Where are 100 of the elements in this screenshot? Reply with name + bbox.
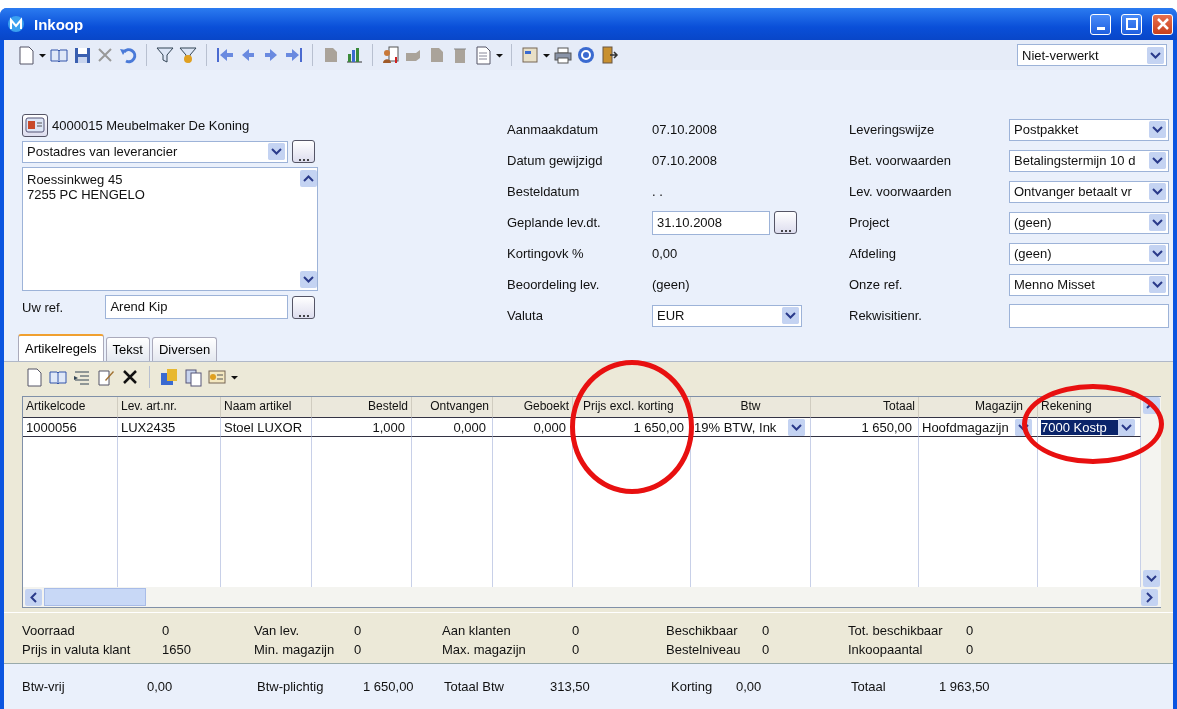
scroll-down-icon[interactable]	[300, 271, 317, 288]
dropdown-arrow-icon	[788, 418, 805, 436]
dropdown-arrow-icon	[782, 307, 799, 324]
scroll-left-icon[interactable]	[25, 588, 42, 606]
grid-dropdown[interactable]: Hoofdmagazijn	[919, 417, 1038, 437]
text-field[interactable]	[1009, 303, 1169, 328]
info-value: 0	[966, 642, 974, 657]
info-label: Max. magazijn	[442, 642, 527, 657]
column-header: Btw	[691, 397, 811, 417]
info-label: Van lev.	[254, 623, 301, 638]
contact-card-button[interactable]	[22, 113, 48, 137]
info-value: 0	[762, 642, 770, 657]
filter-icon[interactable]	[155, 45, 175, 65]
field-label: Bet. voorwaarden	[849, 153, 952, 168]
browse-button[interactable]	[292, 140, 315, 163]
dropdown-arrow-icon	[1149, 245, 1166, 262]
ellipsis-icon	[297, 156, 310, 162]
browse-button[interactable]	[292, 295, 315, 319]
info-value: 1650	[162, 642, 191, 657]
dropdown-arrow-icon	[1149, 276, 1166, 293]
field-label: Datum gewijzigd	[507, 153, 604, 168]
scroll-thumb[interactable]	[44, 588, 146, 606]
address-line: Roessinkweg 45	[27, 172, 124, 187]
info-label: Bestelniveau	[666, 642, 742, 657]
info-label: Aan klanten	[442, 623, 512, 638]
table-cell: 1 650,00	[811, 417, 919, 437]
dropdown[interactable]: Postpakket	[1009, 118, 1169, 141]
browse-button[interactable]	[774, 211, 797, 234]
status-dropdown[interactable]: Niet-verwerkt	[1017, 44, 1167, 66]
minimize-button[interactable]	[1090, 13, 1111, 35]
tab[interactable]: Diversen	[151, 337, 218, 361]
dropdown[interactable]: Betalingstermijn 10 d	[1009, 149, 1169, 172]
column-header: Totaal	[811, 397, 919, 417]
clear-filter-icon[interactable]	[178, 45, 198, 65]
info-label: Prijs in valuta klant	[22, 642, 132, 657]
tab[interactable]: Tekst	[105, 337, 150, 361]
dropdown[interactable]: (geen)	[1009, 211, 1169, 234]
column-header: Naam artikel	[221, 397, 312, 417]
first-record-icon[interactable]	[215, 45, 235, 65]
exit-icon[interactable]	[599, 45, 619, 65]
dropdown[interactable]: Menno Misset	[1009, 273, 1169, 296]
info-label: Voorraad	[22, 623, 76, 638]
grid-dropdown[interactable]: 7000 Kostp	[1038, 417, 1141, 437]
address-field[interactable]: Roessinkweg 45 7255 PC HENGELO	[22, 167, 318, 291]
field-label: Project	[849, 215, 891, 230]
info-label: Tot. beschikbaar	[848, 623, 944, 638]
column-header: Geboekt	[493, 397, 573, 417]
print-icon[interactable]	[553, 45, 573, 65]
scroll-down-icon[interactable]	[1142, 570, 1160, 587]
column-header: Besteld	[312, 397, 412, 417]
dropdown-arrow-icon	[1118, 418, 1135, 436]
dropdown-arrow-icon	[268, 143, 285, 160]
table-cell: 0,000	[493, 417, 573, 437]
reference-field[interactable]: Arend Kip	[105, 295, 288, 319]
form-icon[interactable]	[520, 45, 540, 65]
info-value: 0	[162, 623, 170, 638]
tab[interactable]: Artikelregels	[18, 334, 104, 361]
contact-card-icon	[25, 115, 45, 135]
scroll-right-icon[interactable]	[1141, 588, 1158, 606]
table-cell: 1000056	[23, 417, 118, 437]
currency-dropdown[interactable]: EUR	[652, 304, 802, 327]
dropdown[interactable]: (geen)	[1009, 242, 1169, 265]
address-line: 7255 PC HENGELO	[27, 187, 146, 202]
totals-value: 0,00	[736, 679, 762, 694]
info-label: Beschikbaar	[666, 623, 739, 638]
field-value: 0,00	[652, 246, 678, 261]
field-label: Rekwisitienr.	[849, 308, 923, 323]
totals-value: 1 963,50	[939, 679, 990, 694]
grid-dropdown[interactable]: 19% BTW, Ink	[691, 417, 811, 437]
date-field[interactable]: 31.10.2008	[652, 210, 770, 235]
close-button[interactable]	[1152, 13, 1173, 35]
maximize-button[interactable]	[1121, 13, 1142, 35]
new-line-icon[interactable]	[24, 367, 44, 387]
info-value: 0	[354, 642, 362, 657]
dropdown[interactable]: Ontvanger betaalt vr	[1009, 180, 1169, 203]
totals-value: 1 650,00	[363, 679, 414, 694]
dropdown-arrow-icon	[1149, 152, 1166, 169]
field-value: (geen)	[652, 277, 690, 292]
column-header: Prijs excl. korting	[573, 397, 691, 417]
stack-icon[interactable]	[159, 367, 179, 387]
totals-label: Korting	[671, 679, 714, 694]
info-value: 0	[572, 642, 580, 657]
last-record-icon[interactable]	[284, 45, 304, 65]
info-value: 0	[762, 623, 770, 638]
field-label: Onze ref.	[849, 277, 904, 292]
person-document-icon[interactable]	[381, 45, 401, 65]
edit-icon[interactable]	[96, 367, 116, 387]
info-value: 0	[572, 623, 580, 638]
dropdown-arrow-icon	[1149, 214, 1166, 231]
column-header: Lev. art.nr.	[118, 397, 221, 417]
save-icon[interactable]	[72, 45, 92, 65]
help-icon[interactable]	[576, 45, 596, 65]
table-cell: 1,000	[312, 417, 412, 437]
bar-chart-icon[interactable]	[344, 45, 364, 65]
scroll-up-icon[interactable]	[300, 170, 317, 187]
supplier-name: 4000015 Meubelmaker De Koning	[52, 117, 250, 133]
undo-icon[interactable]	[118, 45, 138, 65]
address-type-dropdown[interactable]: Postadres van leverancier	[22, 140, 288, 163]
info-value: 0	[354, 623, 362, 638]
copy-icon[interactable]	[183, 367, 203, 387]
